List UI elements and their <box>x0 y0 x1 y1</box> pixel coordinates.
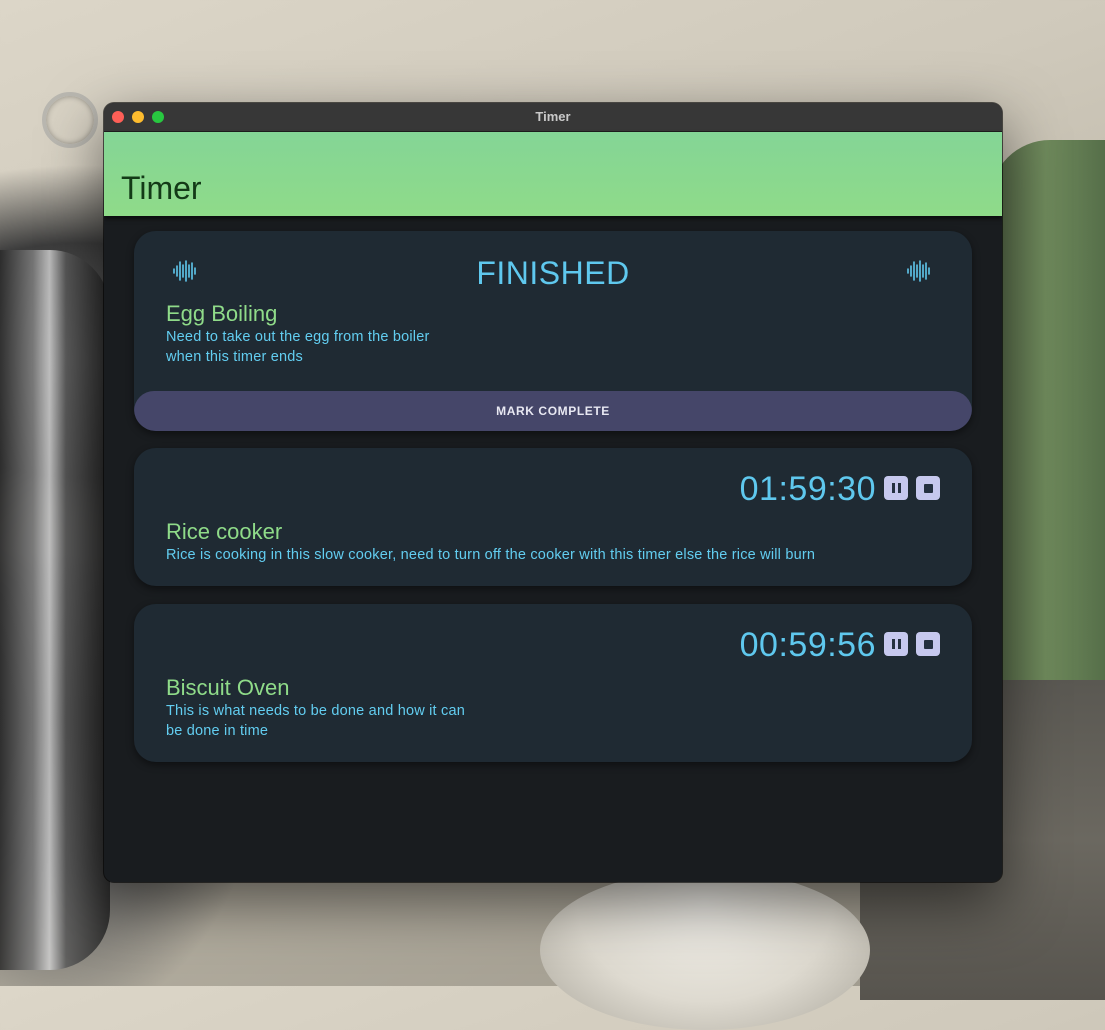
wallpaper-hood-ornament <box>42 92 98 148</box>
pause-button[interactable] <box>884 632 908 656</box>
mark-complete-button[interactable]: MARK COMPLETE <box>134 391 972 431</box>
stop-icon <box>923 483 933 493</box>
wallpaper-tire <box>540 870 870 1030</box>
app-window: Timer Timer FINISHED Egg Boiling Need to… <box>104 103 1002 882</box>
wallpaper-car-body <box>990 140 1105 720</box>
timer-name: Biscuit Oven <box>166 675 290 700</box>
audio-waveform-icon <box>907 260 930 282</box>
window-title: Timer <box>535 109 571 124</box>
timer-name: Rice cooker <box>166 519 283 544</box>
timer-card: 00:59:56 Biscuit Oven This is what needs… <box>134 604 972 762</box>
timer-description: This is what needs to be done and how it… <box>166 703 465 739</box>
timer-card: 01:59:30 Rice cooker Rice is cooking in … <box>134 448 972 586</box>
wallpaper-chrome <box>0 250 110 970</box>
timer-name: Egg Boiling <box>166 301 278 326</box>
page-title: Timer <box>121 170 202 206</box>
timer-description: Rice is cooking in this slow cooker, nee… <box>166 547 816 563</box>
timer-list: FINISHED Egg Boiling Need to take out th… <box>104 216 1002 882</box>
stop-button[interactable] <box>916 632 940 656</box>
timer-status: FINISHED <box>476 255 630 291</box>
window-titlebar[interactable]: Timer <box>104 103 1002 132</box>
timer-countdown: 00:59:56 <box>739 626 876 664</box>
stop-icon <box>923 639 933 649</box>
timer-countdown: 01:59:30 <box>739 470 876 508</box>
timer-card-finished: FINISHED Egg Boiling Need to take out th… <box>134 231 972 431</box>
stop-button[interactable] <box>916 476 940 500</box>
pause-icon <box>890 639 902 649</box>
app-bar: Timer <box>104 132 1002 216</box>
pause-icon <box>890 483 902 493</box>
pause-button[interactable] <box>884 476 908 500</box>
timer-description: Need to take out the egg from the boiler… <box>166 329 430 365</box>
